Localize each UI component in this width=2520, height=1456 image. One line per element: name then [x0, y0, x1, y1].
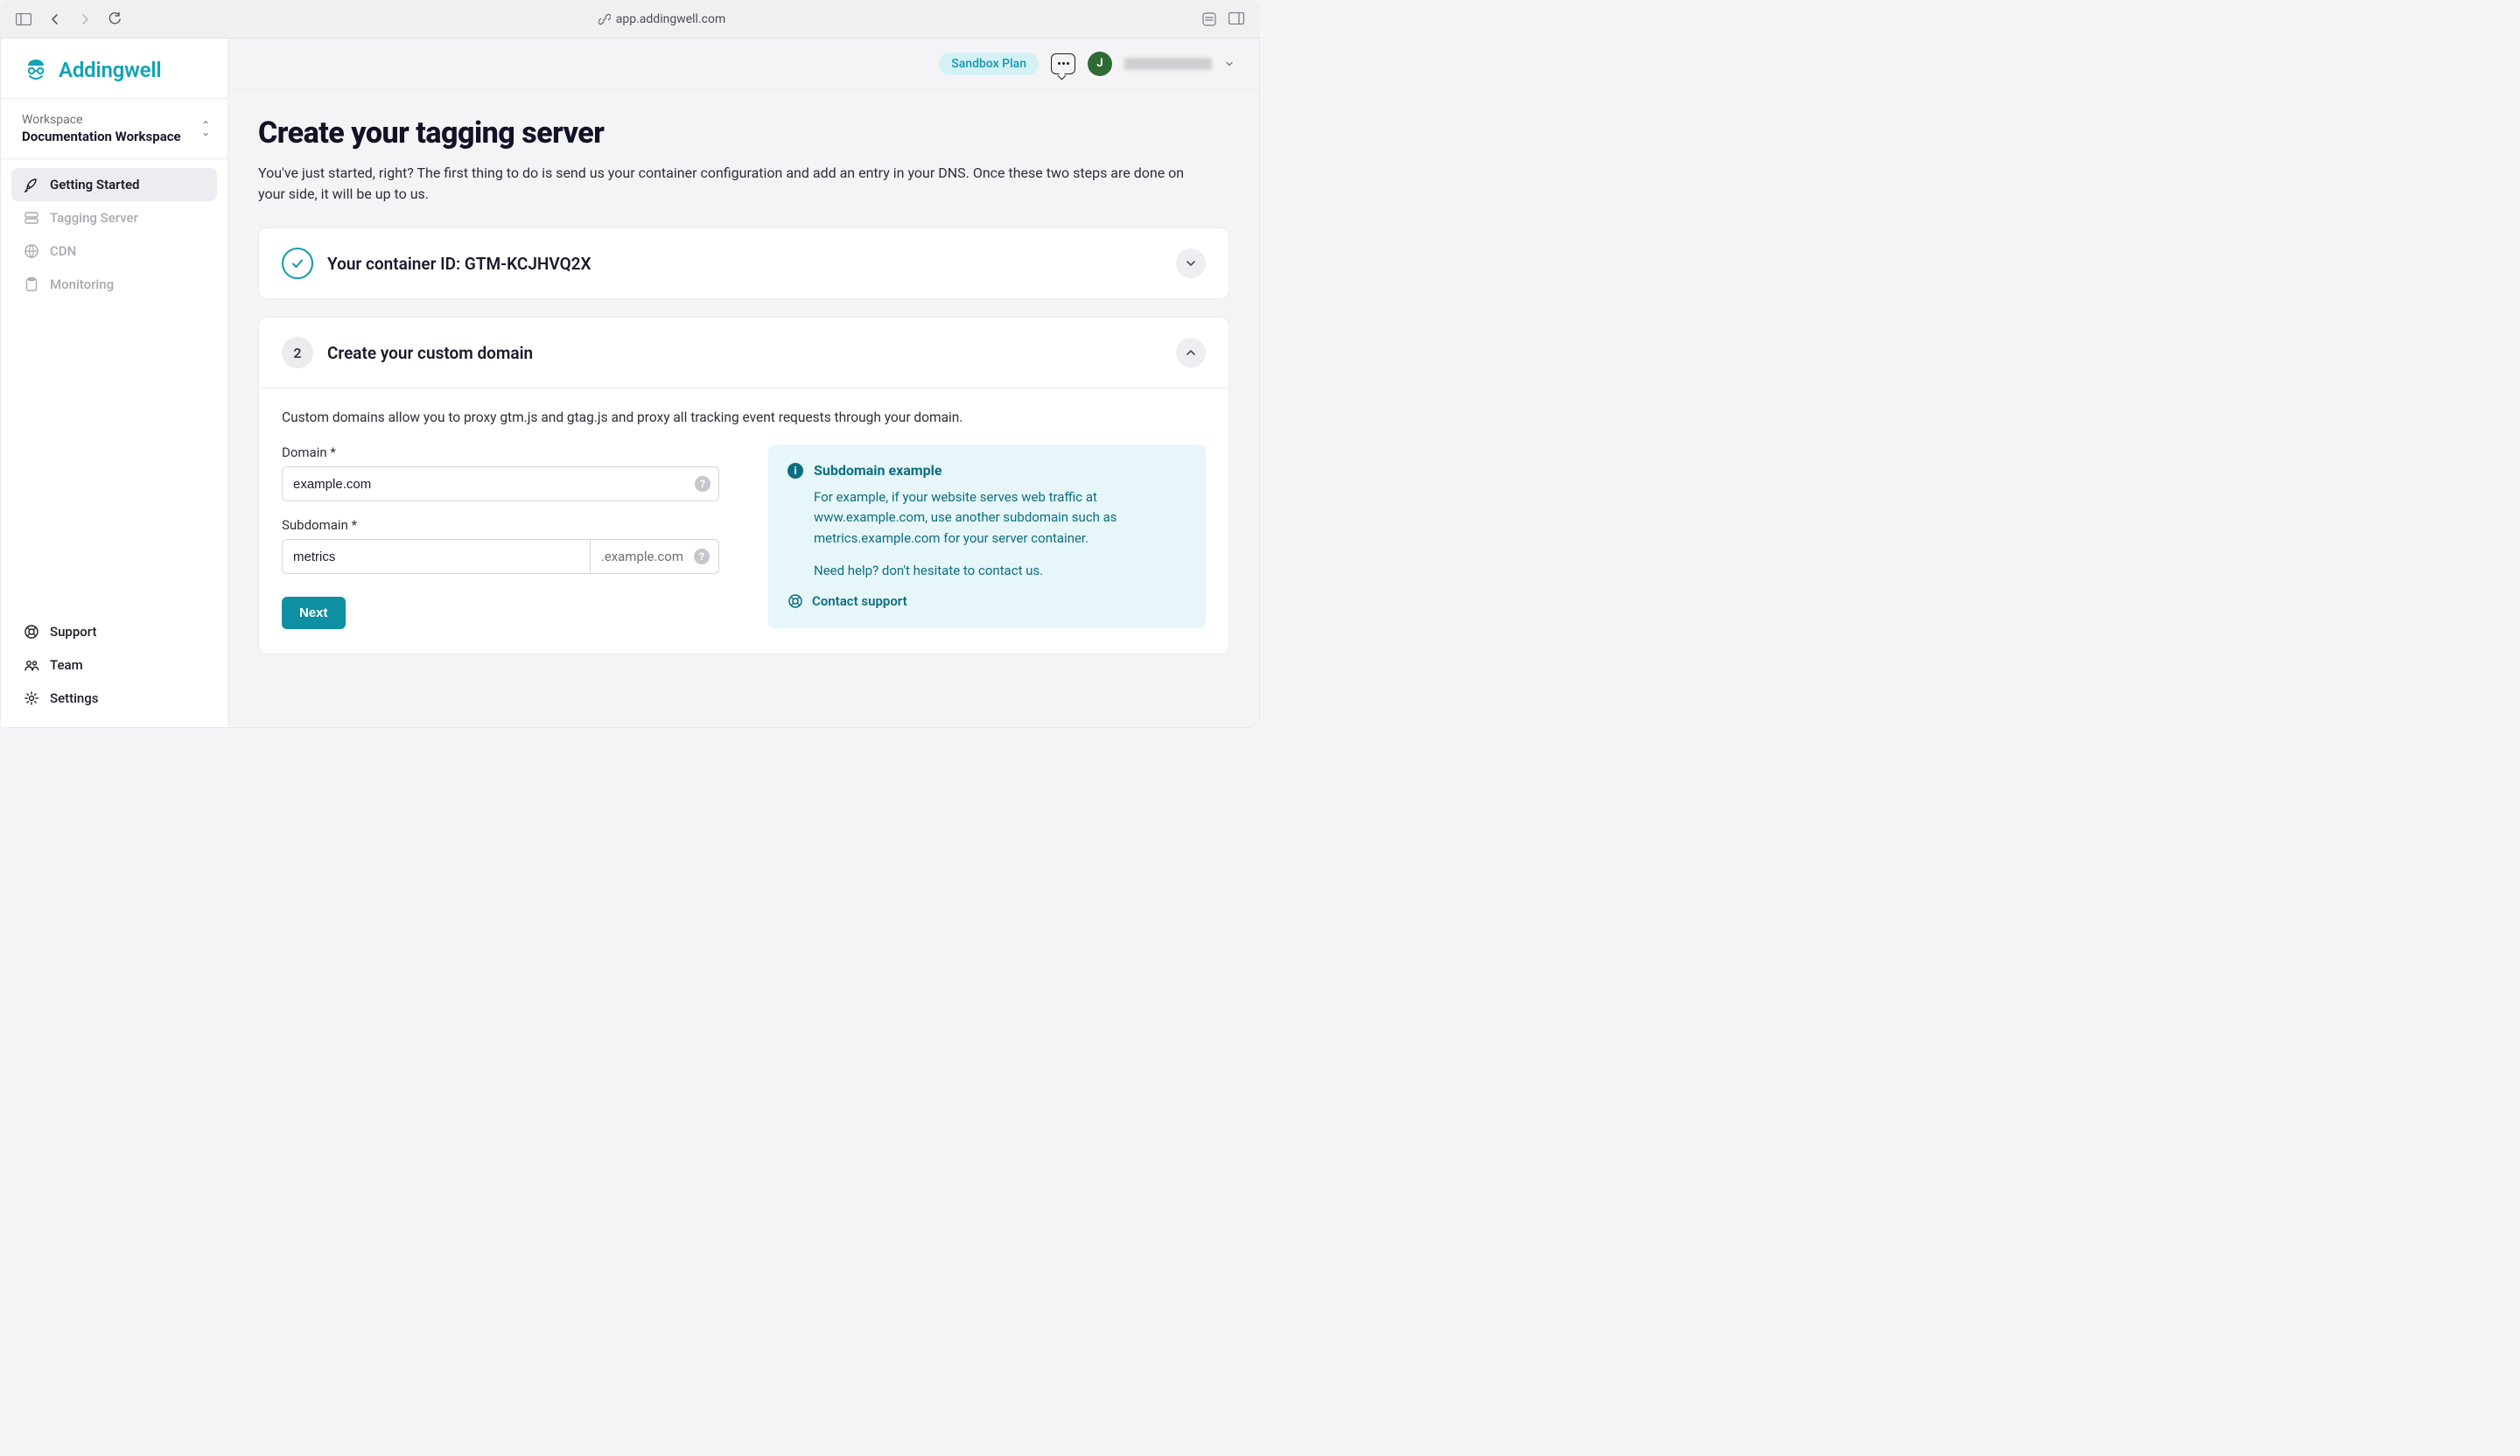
app-frame: Addingwell Workspace Documentation Works… — [0, 38, 1260, 728]
server-icon — [24, 210, 39, 226]
step2-description: Custom domains allow you to proxy gtm.js… — [282, 410, 1206, 425]
sidebar-nav: Getting Started Tagging Server CDN Monit… — [1, 159, 228, 608]
step2-card: 2 Create your custom domain Custom domai… — [258, 317, 1229, 654]
page-description: You've just started, right? The first th… — [258, 163, 1212, 205]
info-box-text-1: For example, if your website serves web … — [788, 487, 1186, 549]
chat-icon[interactable] — [1051, 53, 1075, 74]
plan-badge[interactable]: Sandbox Plan — [939, 52, 1039, 75]
link-icon — [598, 13, 611, 25]
sidebar-item-label: Tagging Server — [50, 210, 138, 226]
step1-title: Your container ID: GTM-KCJHVQ2X — [327, 254, 592, 274]
address-bar[interactable]: app.addingwell.com — [136, 12, 1188, 26]
subdomain-suffix: .example.com ? — [590, 539, 719, 574]
step1-card: Your container ID: GTM-KCJHVQ2X — [258, 228, 1229, 299]
help-icon[interactable]: ? — [694, 549, 710, 564]
sidebar-footer: Support Team Settings — [1, 608, 228, 727]
reload-icon[interactable] — [108, 12, 122, 25]
step1-header[interactable]: Your container ID: GTM-KCJHVQ2X — [259, 228, 1228, 298]
sidebar-item-cdn[interactable]: CDN — [11, 234, 217, 268]
sidebar-toggle-icon[interactable] — [16, 13, 32, 25]
content-area: Create your tagging server You've just s… — [228, 89, 1259, 698]
contact-support-label: Contact support — [812, 593, 907, 609]
step2-title: Create your custom domain — [327, 343, 533, 363]
reader-icon[interactable] — [1202, 12, 1216, 26]
sidebar-item-getting-started[interactable]: Getting Started — [11, 168, 217, 201]
step2-body: Custom domains allow you to proxy gtm.js… — [259, 388, 1228, 654]
browser-nav-icons — [16, 12, 122, 25]
clipboard-icon — [24, 276, 39, 292]
sidebar-item-label: Getting Started — [50, 177, 139, 192]
browser-toolbar: app.addingwell.com — [0, 0, 1260, 38]
sidebar-item-monitoring[interactable]: Monitoring — [11, 268, 217, 301]
chevron-down-icon — [1185, 257, 1197, 270]
top-header: Sandbox Plan J — [228, 38, 1259, 89]
sidebar-item-support[interactable]: Support — [11, 615, 217, 648]
url-text: app.addingwell.com — [616, 12, 725, 26]
rocket-icon — [24, 177, 39, 192]
main-panel: Sandbox Plan J Create your tagging serve… — [228, 38, 1259, 727]
help-icon[interactable]: ? — [695, 476, 710, 492]
user-name-redacted — [1124, 58, 1212, 70]
expand-step1-button[interactable] — [1176, 248, 1206, 278]
next-button[interactable]: Next — [282, 597, 346, 629]
domain-input[interactable] — [282, 466, 719, 501]
sidebar-item-label: CDN — [50, 243, 76, 259]
logo-icon — [22, 56, 50, 84]
collapse-step2-button[interactable] — [1176, 338, 1206, 368]
forward-icon — [79, 13, 91, 25]
chevron-up-down-icon: ⌃⌄ — [201, 122, 210, 136]
team-icon — [24, 657, 39, 673]
sidebar-item-tagging-server[interactable]: Tagging Server — [11, 201, 217, 234]
step2-header[interactable]: 2 Create your custom domain — [259, 318, 1228, 388]
chevron-up-icon — [1185, 346, 1197, 359]
globe-icon — [24, 243, 39, 259]
sidebar-item-team[interactable]: Team — [11, 648, 217, 682]
browser-right-icons — [1202, 12, 1244, 26]
back-icon[interactable] — [49, 13, 61, 25]
subdomain-info-box: i Subdomain example For example, if your… — [768, 444, 1206, 628]
lifebuoy-icon — [788, 593, 803, 609]
sidebar-item-label: Support — [50, 624, 96, 640]
contact-support-link[interactable]: Contact support — [788, 593, 1186, 609]
subdomain-input[interactable] — [282, 539, 590, 574]
domain-label: Domain * — [282, 444, 719, 460]
step-number-badge: 2 — [282, 337, 313, 368]
brand-name: Addingwell — [59, 58, 161, 82]
sidebar-item-label: Team — [50, 657, 83, 673]
page-title: Create your tagging server — [258, 116, 1229, 150]
info-box-title: Subdomain example — [814, 462, 942, 479]
chevron-down-icon[interactable] — [1224, 59, 1235, 69]
domain-form: Domain * ? Subdomain * .example.com ? — [282, 444, 719, 629]
avatar[interactable]: J — [1088, 52, 1112, 76]
workspace-label: Workspace — [22, 113, 181, 127]
gear-icon — [24, 690, 39, 706]
brand-logo[interactable]: Addingwell — [1, 38, 228, 99]
sidebar-item-label: Monitoring — [50, 276, 114, 292]
sidebar-item-settings[interactable]: Settings — [11, 682, 217, 715]
info-box-text-2: Need help? don't hesitate to contact us. — [788, 561, 1186, 581]
sidebar: Addingwell Workspace Documentation Works… — [1, 38, 228, 727]
subdomain-label: Subdomain * — [282, 517, 719, 533]
workspace-selector[interactable]: Workspace Documentation Workspace ⌃⌄ — [1, 99, 228, 159]
sidebar-item-label: Settings — [50, 690, 99, 706]
lifebuoy-icon — [24, 624, 39, 640]
info-icon: i — [788, 463, 803, 479]
workspace-name: Documentation Workspace — [22, 129, 181, 144]
info-column: i Subdomain example For example, if your… — [768, 444, 1206, 628]
tabs-icon[interactable] — [1228, 12, 1244, 26]
check-circle-icon — [282, 248, 313, 279]
